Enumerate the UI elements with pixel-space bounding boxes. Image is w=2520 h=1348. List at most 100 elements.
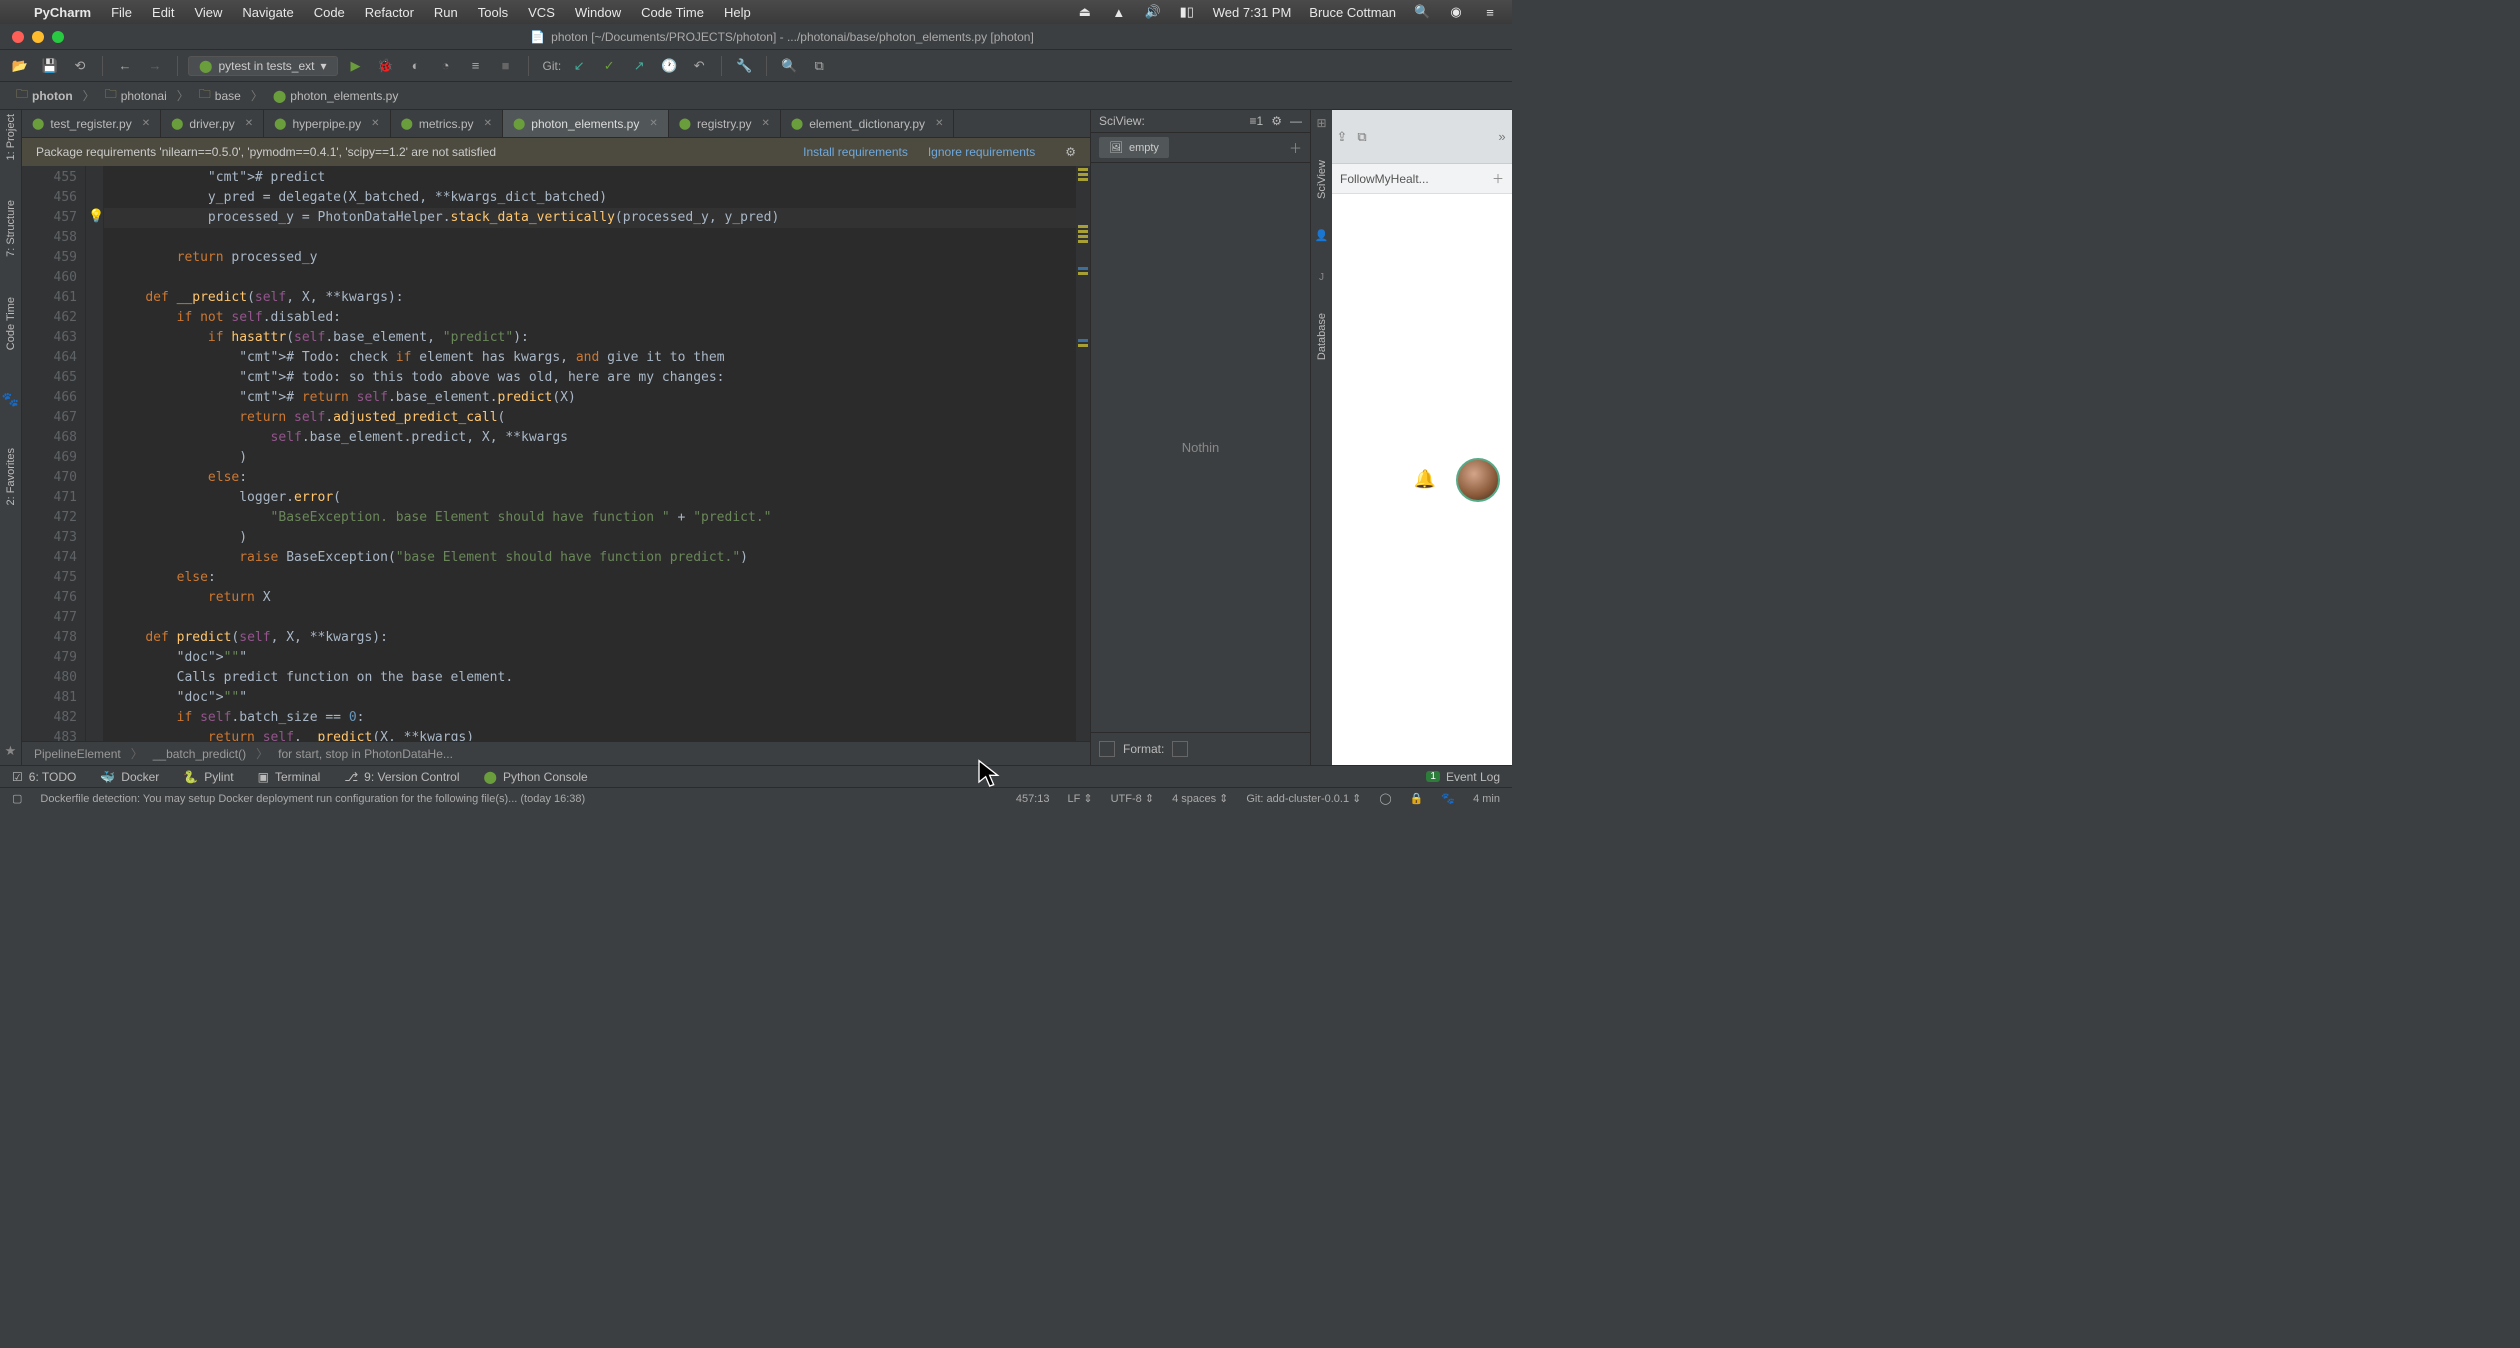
git-commit-button[interactable]: ✓ [597, 54, 621, 78]
menu-help[interactable]: Help [724, 5, 751, 20]
tabs-icon[interactable]: ⧉ [1352, 127, 1372, 147]
volume-icon[interactable]: 🔊 [1145, 4, 1161, 20]
format-box[interactable] [1172, 741, 1188, 757]
open-file-button[interactable]: 📂 [8, 54, 32, 78]
app-name[interactable]: PyCharm [34, 5, 91, 20]
menu-window[interactable]: Window [575, 5, 621, 20]
inspection-icon[interactable]: ◯ [1379, 792, 1391, 805]
grid-icon[interactable]: ⊞ [1316, 116, 1326, 130]
window-minimize-button[interactable] [32, 31, 44, 43]
error-stripe[interactable] [1076, 166, 1090, 741]
crumb-stmt[interactable]: for start, stop in PhotonDataHe... [278, 747, 453, 761]
window-maximize-button[interactable] [52, 31, 64, 43]
siri-icon[interactable]: ◉ [1448, 4, 1464, 20]
tool-sciview[interactable]: SciView [1316, 160, 1328, 199]
crumb-class[interactable]: PipelineElement [34, 747, 121, 761]
code-editor[interactable]: 4554564574584594604614624634644654664674… [22, 166, 1090, 741]
tool-favorites[interactable]: 2: Favorites [5, 448, 17, 505]
tool-pylint[interactable]: 🐍Pylint [183, 770, 233, 784]
cursor-position[interactable]: 457:13 [1016, 793, 1050, 805]
star-icon[interactable]: ★ [5, 743, 17, 759]
close-icon[interactable]: ✕ [935, 118, 943, 129]
browser-tab[interactable]: FollowMyHealt... ＋ [1332, 164, 1512, 194]
add-tab-icon[interactable]: ＋ [1492, 170, 1504, 187]
user-avatar[interactable] [1456, 458, 1500, 502]
search-everywhere-button[interactable]: ⧉ [807, 54, 831, 78]
add-tab-button[interactable]: ＋ [1289, 138, 1302, 157]
tool-todo[interactable]: ☑6: TODO [12, 770, 76, 784]
line-separator[interactable]: LF ⇕ [1067, 792, 1092, 805]
nav-forward-button[interactable]: → [143, 54, 167, 78]
tool-vcs[interactable]: ⎇9: Version Control [344, 770, 459, 784]
checkbox[interactable] [1099, 741, 1115, 757]
git-revert-button[interactable]: ↶ [687, 54, 711, 78]
window-close-button[interactable] [12, 31, 24, 43]
menu-code[interactable]: Code [314, 5, 345, 20]
tool-codetime[interactable]: Code Time [5, 297, 17, 350]
breadcrumb-root[interactable]: 🗀photon [10, 83, 79, 108]
save-all-button[interactable]: 💾 [38, 54, 62, 78]
gear-icon[interactable]: ⚙ [1271, 114, 1282, 128]
run-config-selector[interactable]: ⬤ pytest in tests_ext ▾ [188, 56, 338, 76]
avatar-icon[interactable]: 👤 [1315, 229, 1329, 242]
git-pull-button[interactable]: ↙ [567, 54, 591, 78]
stop-button[interactable]: ■ [494, 54, 518, 78]
updates-icon[interactable]: ▲ [1111, 5, 1127, 20]
nav-back-button[interactable]: ← [113, 54, 137, 78]
menu-edit[interactable]: Edit [152, 5, 174, 20]
tool-docker[interactable]: 🐳Docker [100, 770, 159, 784]
menu-list-icon[interactable]: ≡ [1482, 5, 1498, 20]
menu-file[interactable]: File [111, 5, 132, 20]
intention-bulb-icon[interactable]: 💡 [88, 208, 104, 224]
crumb-method[interactable]: __batch_predict() [153, 747, 246, 761]
paw-icon[interactable]: 🐾 [2, 391, 19, 408]
tool-database[interactable]: Database [1316, 313, 1328, 360]
close-icon[interactable]: ✕ [484, 118, 492, 129]
editor-tab[interactable]: ⬤metrics.py✕ [391, 110, 503, 137]
install-requirements-link[interactable]: Install requirements [803, 145, 908, 159]
search-button[interactable]: 🔍 [777, 54, 801, 78]
menu-tools[interactable]: Tools [478, 5, 508, 20]
indent[interactable]: 4 spaces ⇕ [1172, 792, 1228, 805]
close-icon[interactable]: ✕ [649, 118, 657, 129]
menu-refactor[interactable]: Refactor [365, 5, 414, 20]
sync-button[interactable]: ⟲ [68, 54, 92, 78]
editor-tab[interactable]: ⬤test_register.py✕ [22, 110, 161, 137]
debug-button[interactable]: 🐞 [374, 54, 398, 78]
close-icon[interactable]: ✕ [371, 118, 379, 129]
settings-button[interactable]: 🔧 [732, 54, 756, 78]
screen-mirror-icon[interactable]: ⏏ [1077, 4, 1093, 20]
breadcrumb-item[interactable]: 🗀photonai [99, 83, 173, 108]
editor-tab[interactable]: ⬤photon_elements.py✕ [503, 110, 669, 137]
breadcrumb-item[interactable]: 🗀base [193, 83, 247, 108]
battery-icon[interactable]: ▮▯ [1179, 4, 1195, 20]
list-icon[interactable]: ≡1 [1250, 114, 1264, 128]
menu-view[interactable]: View [194, 5, 222, 20]
tool-terminal[interactable]: ▣Terminal [258, 770, 321, 784]
lock-icon[interactable]: 🔒 [1410, 792, 1424, 805]
tool-project[interactable]: 1: Project [5, 114, 17, 160]
git-branch[interactable]: Git: add-cluster-0.0.1 ⇕ [1246, 792, 1361, 805]
breadcrumb-file[interactable]: ⬤photon_elements.py [267, 87, 405, 105]
coverage-button[interactable]: ◐ [404, 54, 428, 78]
git-push-button[interactable]: ↗ [627, 54, 651, 78]
menu-codetime[interactable]: Code Time [641, 5, 704, 20]
sciview-tab-empty[interactable]: 🖼 empty [1099, 137, 1169, 158]
menu-navigate[interactable]: Navigate [242, 5, 293, 20]
paw-icon[interactable]: 🐾 [1441, 792, 1455, 805]
encoding[interactable]: UTF-8 ⇕ [1111, 792, 1154, 805]
profile-button[interactable]: ◔ [434, 54, 458, 78]
clock[interactable]: Wed 7:31 PM [1213, 5, 1292, 20]
menu-vcs[interactable]: VCS [528, 5, 555, 20]
close-icon[interactable]: ✕ [762, 118, 770, 129]
editor-tab[interactable]: ⬤driver.py✕ [161, 110, 264, 137]
tool-structure[interactable]: 7: Structure [5, 200, 17, 257]
gear-icon[interactable]: ⚙ [1065, 145, 1076, 159]
menu-run[interactable]: Run [434, 5, 458, 20]
jenkins-icon[interactable]: J [1319, 272, 1324, 283]
tool-window-toggle-icon[interactable]: ▢ [12, 792, 22, 805]
close-icon[interactable]: ✕ [245, 118, 253, 129]
spotlight-icon[interactable]: 🔍 [1414, 4, 1430, 20]
codetime-status[interactable]: 4 min [1473, 793, 1500, 805]
event-log-button[interactable]: 1 Event Log [1426, 770, 1500, 784]
